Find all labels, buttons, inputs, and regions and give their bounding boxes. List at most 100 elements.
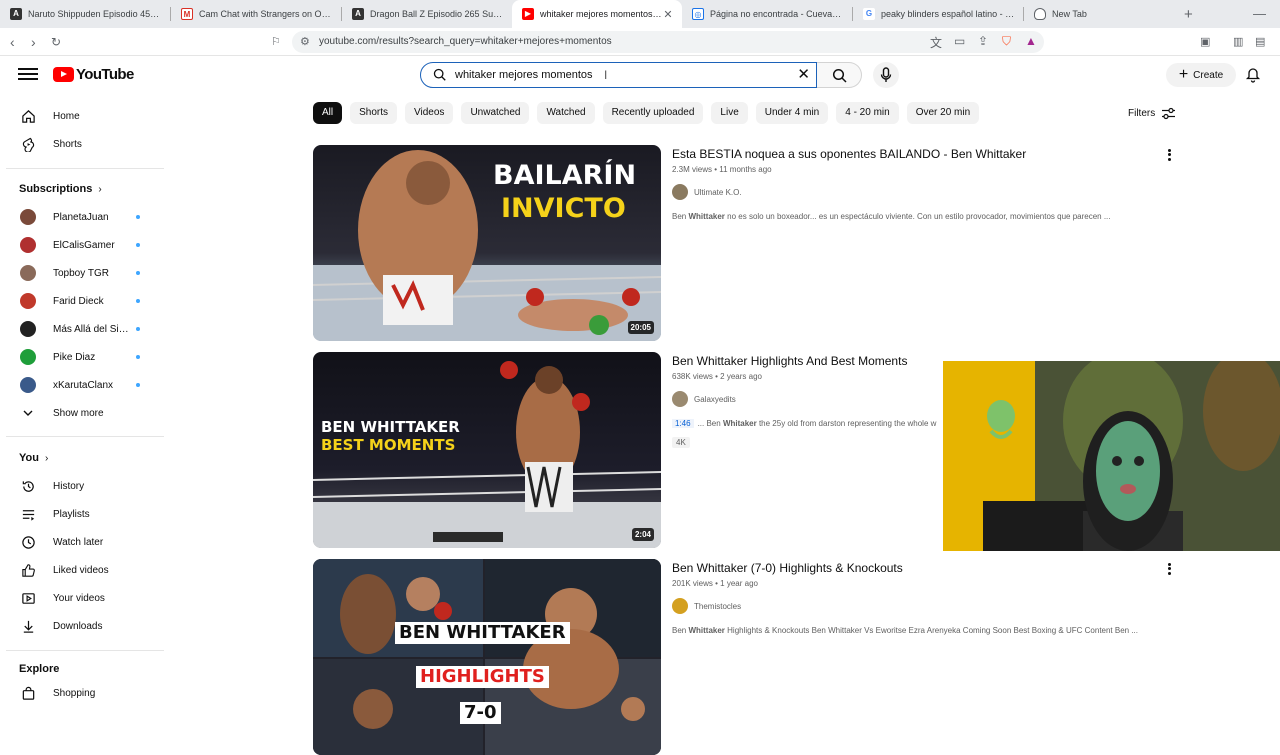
browser-tab[interactable]: G peaky blinders español latino - Goog <box>853 0 1023 28</box>
sidebar-item-watch-later[interactable]: Watch later <box>0 528 160 556</box>
chip-watched[interactable]: Watched <box>537 102 595 124</box>
brave-icon <box>1034 8 1046 20</box>
sidebar-item-subscription[interactable]: Topboy TGR <box>0 259 160 287</box>
reload-icon[interactable]: ↻ <box>51 33 61 51</box>
sidebar-item-playlists[interactable]: Playlists <box>0 500 160 528</box>
new-content-dot <box>136 271 140 275</box>
chip-over-20-min[interactable]: Over 20 min <box>906 102 980 124</box>
new-tab-button[interactable]: + <box>1184 6 1193 23</box>
browser-tab[interactable]: A Naruto Shippuden Episodio 459 Sub <box>0 0 170 28</box>
chip-shorts[interactable]: Shorts <box>350 102 398 124</box>
sidebar: Home Shorts Subscriptions › PlanetaJuan … <box>0 100 165 720</box>
browser-tab-strip: A Naruto Shippuden Episodio 459 Sub M Ca… <box>0 0 1280 28</box>
download-icon <box>20 618 36 634</box>
close-tab-icon[interactable]: ✕ <box>662 8 674 21</box>
history-icon <box>20 478 36 494</box>
search-input[interactable]: whitaker mejores momentos I ✕ <box>420 62 817 88</box>
sidebar-item-history[interactable]: History <box>0 472 160 500</box>
more-actions-icon[interactable] <box>1168 147 1174 162</box>
filters-button[interactable]: Filters <box>1128 107 1176 120</box>
browser-tab-active[interactable]: ▶ whitaker mejores momentos - Y ✕ <box>512 0 682 28</box>
chapter-timestamp[interactable]: 1:46 <box>672 419 694 428</box>
video-thumbnail[interactable]: BEN WHITTAKER BEST MOMENTS 2:04 <box>313 352 661 548</box>
create-button[interactable]: + Create <box>1166 63 1236 87</box>
desc-text: Ben <box>672 212 689 221</box>
desc-text: Ben <box>672 626 689 635</box>
video-result: BEN WHITTAKER HIGHLIGHTS 7-0 Ben Whittak… <box>313 559 1183 755</box>
sidebar-item-subscription[interactable]: xKarutaClanx <box>0 371 160 399</box>
video-title[interactable]: Esta BESTIA noquea a sus oponentes BAILA… <box>672 147 1026 161</box>
thumbnail-caption: BEST MOMENTS <box>321 436 456 454</box>
af-icon: A <box>10 8 22 20</box>
google-icon: G <box>863 8 875 20</box>
browser-tab[interactable]: M Cam Chat with Strangers on OmeTV <box>171 0 341 28</box>
sidebar-item-liked-videos[interactable]: Liked videos <box>0 556 160 584</box>
sidebar-item-subscription[interactable]: Más Allá del Sile... <box>0 315 160 343</box>
channel-link[interactable]: Themistocles <box>672 598 741 614</box>
back-icon[interactable]: ‹ <box>10 33 15 51</box>
address-bar[interactable]: ⚙ youtube.com/results?search_query=whita… <box>292 31 1044 53</box>
sidebar-item-subscription[interactable]: Farid Dieck <box>0 287 160 315</box>
sidebar-item-subscription[interactable]: Pike Diaz <box>0 343 160 371</box>
wallet-icon[interactable]: ▤ <box>1255 33 1265 51</box>
site-settings-icon[interactable]: ⚙ <box>300 35 310 48</box>
video-thumbnail[interactable]: BAILARÍN INVICTO 20:05 <box>313 145 661 341</box>
channel-link[interactable]: Galaxyedits <box>672 391 736 407</box>
minimize-icon[interactable]: — <box>1253 6 1266 21</box>
thumbnail-caption: BAILARÍN <box>493 160 637 191</box>
youtube-play-icon <box>53 67 74 82</box>
more-actions-icon[interactable] <box>1168 561 1174 576</box>
side-panel-icon[interactable]: ▥ <box>1233 33 1243 51</box>
show-more-button[interactable]: Show more <box>0 399 160 427</box>
chevron-down-icon <box>20 405 36 421</box>
desc-highlight: Whitaker <box>722 419 757 428</box>
sidebar-item-home[interactable]: Home <box>0 102 160 130</box>
create-label: Create <box>1193 69 1224 81</box>
youtube-logo[interactable]: YouTube <box>53 66 134 83</box>
youtube-icon: ▶ <box>522 8 534 20</box>
sidebar-item-your-videos[interactable]: Your videos <box>0 584 160 612</box>
chip-4-20-min[interactable]: 4 - 20 min <box>836 102 899 124</box>
forward-icon[interactable]: › <box>31 33 36 51</box>
channel-avatar <box>672 391 688 407</box>
voice-search-button[interactable] <box>873 62 899 88</box>
bookmark-icon[interactable]: ⚐ <box>271 33 281 51</box>
desc-text: the 25y old from darston representing th… <box>756 419 937 428</box>
channel-link[interactable]: Ultimate K.O. <box>672 184 742 200</box>
browser-tab[interactable]: New Tab <box>1024 0 1174 28</box>
cast-icon[interactable]: ▭ <box>954 34 965 48</box>
chip-recently-uploaded[interactable]: Recently uploaded <box>602 102 704 124</box>
sidebar-item-shorts[interactable]: Shorts <box>0 130 160 158</box>
notifications-bell-icon[interactable] <box>1245 67 1261 83</box>
clear-search-icon[interactable]: ✕ <box>797 67 810 83</box>
sidebar-item-downloads[interactable]: Downloads <box>0 612 160 640</box>
search-button[interactable] <box>817 62 862 88</box>
tab-title: whitaker mejores momentos - Y <box>540 9 662 19</box>
sidebar-item-shopping[interactable]: Shopping <box>0 679 160 707</box>
sidebar-item-subscription[interactable]: PlanetaJuan <box>0 203 160 231</box>
browser-tab[interactable]: ◎ Página no encontrada - Cuevana 3 <box>682 0 852 28</box>
you-heading[interactable]: You › <box>19 452 48 464</box>
sidebar-item-subscription[interactable]: ElCalisGamer <box>0 231 160 259</box>
chip-live[interactable]: Live <box>711 102 748 124</box>
translate-icon[interactable]: 文 <box>930 34 942 51</box>
sidebar-toggle-icon[interactable]: ▣ <box>1200 33 1210 51</box>
video-title[interactable]: Ben Whittaker (7-0) Highlights & Knockou… <box>672 561 903 575</box>
guide-menu-icon[interactable] <box>18 65 38 85</box>
brave-shield-icon[interactable]: ⛉ <box>1002 34 1011 49</box>
share-icon[interactable]: ⇪ <box>978 34 988 48</box>
avatar <box>20 237 36 253</box>
brave-rewards-icon[interactable]: ▲ <box>1025 34 1037 48</box>
chip-unwatched[interactable]: Unwatched <box>461 102 530 124</box>
chip-under-4-min[interactable]: Under 4 min <box>755 102 829 124</box>
plus-icon: + <box>1178 66 1189 83</box>
webcam-overlay <box>943 361 1280 551</box>
subscription-name: Más Allá del Sile... <box>53 323 130 335</box>
subscriptions-heading[interactable]: Subscriptions › <box>19 183 102 195</box>
browser-tab[interactable]: A Dragon Ball Z Episodio 265 Sub Espa <box>342 0 512 28</box>
video-title[interactable]: Ben Whittaker Highlights And Best Moment… <box>672 354 907 368</box>
video-thumbnail[interactable]: BEN WHITTAKER HIGHLIGHTS 7-0 <box>313 559 661 755</box>
chip-all[interactable]: All <box>313 102 343 124</box>
chip-videos[interactable]: Videos <box>405 102 454 124</box>
your-videos-icon <box>20 590 36 606</box>
